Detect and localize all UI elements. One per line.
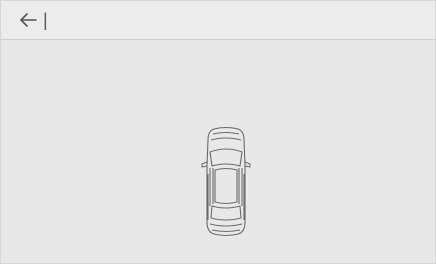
page-title: | <box>43 10 48 30</box>
screen: | <box>0 0 436 264</box>
car-view-area <box>1 40 435 263</box>
car-top-view-icon <box>201 126 251 237</box>
arrow-left-icon <box>20 13 37 27</box>
back-button[interactable] <box>15 7 41 33</box>
top-bar: | <box>1 1 435 40</box>
